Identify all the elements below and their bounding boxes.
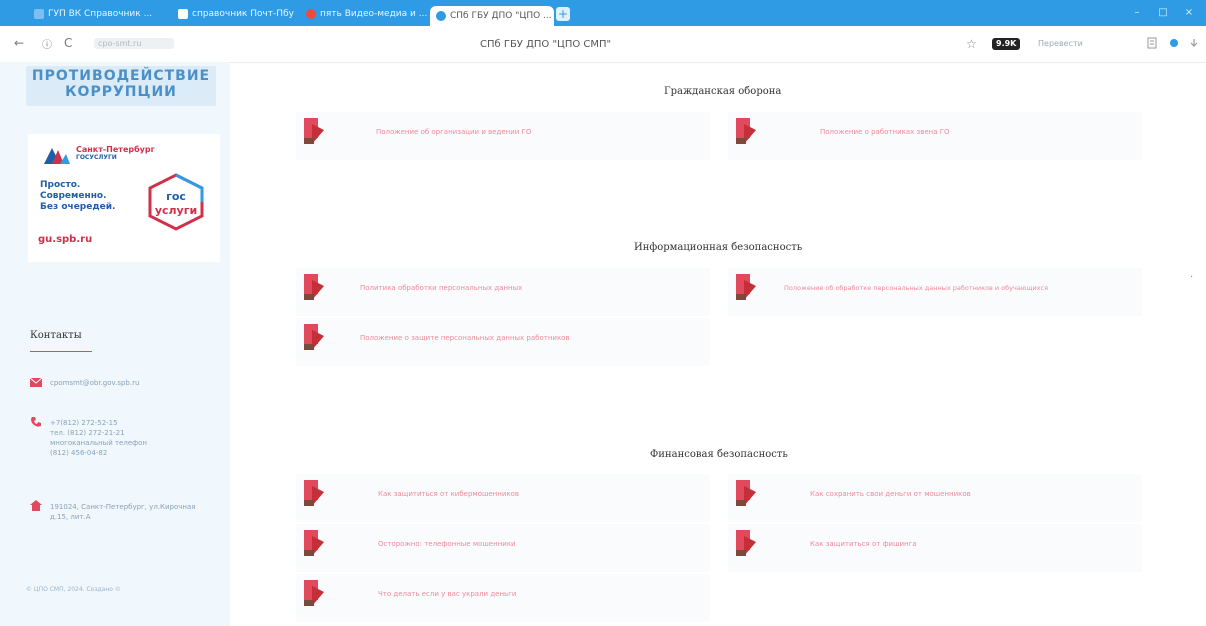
- document-card[interactable]: Как защититься от фишинга: [728, 524, 1142, 572]
- phone-line[interactable]: тел. (812) 272-21-21: [50, 428, 147, 438]
- document-card[interactable]: Положение о защите персональных данных р…: [296, 318, 710, 366]
- scroll-indicator: ·: [1190, 272, 1194, 283]
- reload-icon[interactable]: C: [64, 36, 72, 50]
- close-window-button[interactable]: ×: [1180, 7, 1198, 19]
- gosuslugi-hex-line1: гос: [166, 190, 186, 203]
- phone-line: многоканальный телефон: [50, 439, 147, 447]
- document-card[interactable]: Положение об обработке персональных данн…: [728, 268, 1142, 316]
- banner-line: КОРРУПЦИИ: [65, 84, 177, 100]
- new-tab-button[interactable]: +: [556, 7, 570, 21]
- phone-line[interactable]: +7(812) 272-52-15: [50, 418, 147, 428]
- document-card[interactable]: Что делать если у вас украли деньги: [296, 574, 710, 622]
- pdf-document-icon: [736, 118, 756, 144]
- profile-icon[interactable]: [1168, 37, 1180, 49]
- section-title-civil-defense: Гражданская оборона: [664, 86, 782, 97]
- document-link[interactable]: Положение о защите персональных данных р…: [360, 334, 570, 342]
- document-link[interactable]: Политика обработки персональных данных: [360, 284, 522, 292]
- document-link[interactable]: Что делать если у вас украли деньги: [378, 590, 516, 598]
- pdf-document-icon: [304, 480, 324, 506]
- translate-button[interactable]: Перевести: [1038, 39, 1083, 48]
- tab-label: пять Видео-медиа и ...: [320, 9, 428, 19]
- document-link[interactable]: Положение об обработке персональных данн…: [784, 284, 1048, 292]
- browser-tab[interactable]: пять Видео-медиа и ...: [300, 5, 432, 23]
- document-card[interactable]: Осторожно: телефонные мошенники: [296, 524, 710, 572]
- document-link[interactable]: Как защититься от кибермошенников: [378, 490, 519, 498]
- pdf-document-icon: [736, 480, 756, 506]
- envelope-icon: [30, 378, 42, 387]
- pdf-document-icon: [304, 324, 324, 350]
- gosuslugi-hexagon-icon: гос услуги: [148, 173, 204, 231]
- pdf-document-icon: [736, 530, 756, 556]
- home-icon: [30, 500, 42, 511]
- section-title-financial-security: Финансовая безопасность: [650, 449, 788, 460]
- contact-email[interactable]: cpomsmt@obr.gov.spb.ru: [50, 378, 139, 388]
- download-icon[interactable]: [1188, 37, 1200, 49]
- contact-phones: +7(812) 272-52-15 тел. (812) 272-21-21 м…: [50, 418, 147, 458]
- document-card[interactable]: Положение об организации и ведении ГО: [296, 112, 710, 160]
- reading-list-icon[interactable]: [1146, 37, 1158, 49]
- tab-label: СПб ГБУ ДПО "ЦПО ...: [450, 11, 552, 21]
- minimize-button[interactable]: –: [1128, 7, 1146, 19]
- url-field[interactable]: cpo-smt.ru: [94, 38, 174, 49]
- document-card[interactable]: Положение о работниках звена ГО: [728, 112, 1142, 160]
- gosuslugi-url[interactable]: gu.spb.ru: [38, 234, 92, 245]
- extension-badge[interactable]: 9.9K: [992, 38, 1021, 50]
- phone-icon: [31, 417, 41, 427]
- phone-line[interactable]: (812) 456-04-82: [50, 448, 147, 458]
- browser-tab-bar: ГУП ВК Справочник ... справочник Почт-Пб…: [0, 0, 1206, 26]
- pdf-document-icon: [304, 118, 324, 144]
- contact-address: 191024, Санкт-Петербург, ул.Кирочная д.1…: [50, 503, 196, 521]
- copyright: © ЦПО СМП, 2024. Создано ©: [26, 586, 121, 593]
- document-link[interactable]: Положение о работниках звена ГО: [820, 128, 950, 136]
- gosuslugi-hex-line2: услуги: [155, 204, 197, 217]
- anti-corruption-banner[interactable]: ПРОТИВОДЕЙСТВИЕ КОРРУПЦИИ: [26, 66, 216, 106]
- gosuslugi-banner[interactable]: Санкт-Петербург ГОСУСЛУГИ Просто. Соврем…: [28, 134, 220, 262]
- tab-favicon-icon: [436, 11, 446, 21]
- pdf-document-icon: [736, 274, 756, 300]
- gosuslugi-logo-icon: [44, 148, 70, 164]
- tab-favicon-icon: [34, 9, 44, 19]
- contacts-heading: Контакты: [30, 330, 82, 341]
- pdf-document-icon: [304, 530, 324, 556]
- gosuslugi-slogan: Просто. Современно. Без очередей.: [40, 180, 116, 212]
- pdf-document-icon: [304, 580, 324, 606]
- document-link[interactable]: Положение об организации и ведении ГО: [376, 128, 531, 136]
- maximize-button[interactable]: □: [1154, 7, 1172, 19]
- sidebar: ПРОТИВОДЕЙСТВИЕ КОРРУПЦИИ Санкт-Петербур…: [0, 62, 230, 626]
- gosuslugi-city: Санкт-Петербург ГОСУСЛУГИ: [76, 145, 155, 162]
- browser-tab[interactable]: справочник Почт-Пбу: [172, 5, 302, 23]
- document-card[interactable]: Политика обработки персональных данных: [296, 268, 710, 316]
- document-link[interactable]: Осторожно: телефонные мошенники: [378, 540, 516, 548]
- page-title: СПб ГБУ ДПО "ЦПО СМП": [480, 39, 612, 50]
- bookmark-star-icon[interactable]: ☆: [966, 37, 977, 51]
- address-bar: ← ⓘ C cpo-smt.ru СПб ГБУ ДПО "ЦПО СМП" ☆…: [0, 26, 1206, 63]
- banner-line: ПРОТИВОДЕЙСТВИЕ: [31, 68, 211, 84]
- info-icon[interactable]: ⓘ: [42, 36, 52, 51]
- browser-tab[interactable]: ГУП ВК Справочник ...: [28, 5, 160, 23]
- browser-tab-active[interactable]: СПб ГБУ ДПО "ЦПО ... ×: [430, 6, 554, 26]
- pdf-document-icon: [304, 274, 324, 300]
- divider: [30, 351, 92, 352]
- tab-favicon-icon: [178, 9, 188, 19]
- tab-label: справочник Почт-Пбу: [192, 9, 294, 19]
- gosuslugi-services: ГОСУСЛУГИ: [76, 154, 117, 161]
- document-card[interactable]: Как защититься от кибермошенников: [296, 474, 710, 522]
- document-link[interactable]: Как сохранить свои деньги от мошенников: [810, 490, 971, 498]
- document-card[interactable]: Как сохранить свои деньги от мошенников: [728, 474, 1142, 522]
- tab-label: ГУП ВК Справочник ...: [48, 9, 153, 19]
- tab-favicon-icon: [306, 9, 316, 19]
- section-title-info-security: Информационная безопасность: [634, 242, 803, 253]
- document-link[interactable]: Как защититься от фишинга: [810, 540, 917, 548]
- back-arrow-icon[interactable]: ←: [14, 36, 24, 50]
